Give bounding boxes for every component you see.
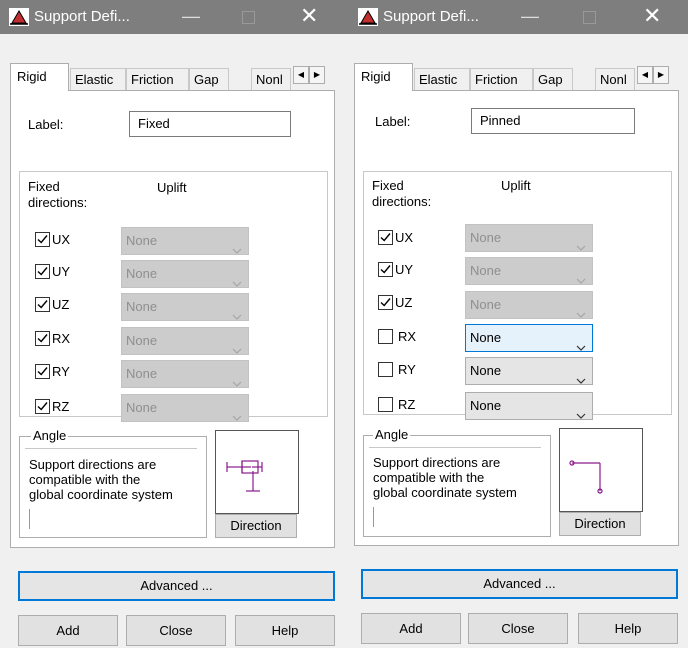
angle-description: Support directions are compatible with t… xyxy=(373,455,517,500)
tab-gap[interactable]: Gap xyxy=(533,68,573,90)
tab-rigid[interactable]: Rigid xyxy=(354,63,413,91)
tab-nonlinear[interactable]: Nonl xyxy=(595,68,635,90)
title-bar[interactable]: Support Defi... — ✕ xyxy=(345,0,688,34)
tab-rigid[interactable]: Rigid xyxy=(10,63,69,91)
direction-button[interactable]: Direction xyxy=(559,512,641,536)
chevron-down-icon xyxy=(576,368,586,394)
uplift-select-uy: None xyxy=(121,260,249,288)
checkbox-uz[interactable] xyxy=(35,297,50,312)
uplift-select-rz: None xyxy=(121,394,249,422)
tab-gap[interactable]: Gap xyxy=(189,68,229,90)
tab-nonlinear[interactable]: Nonl xyxy=(251,68,291,90)
direction-uz-label: UZ xyxy=(395,295,413,310)
tab-elastic[interactable]: Elastic xyxy=(414,68,470,90)
support-symbol-preview xyxy=(559,428,643,512)
uplift-select-rx: None xyxy=(121,327,249,355)
tab-friction[interactable]: Friction xyxy=(126,68,189,90)
window-title: Support Defi... xyxy=(383,8,479,25)
tab-panel: Label: Fixed Fixed directions: Uplift UX … xyxy=(10,90,335,548)
fixed-directions-caption: Fixed directions: xyxy=(28,179,88,210)
label-input[interactable]: Fixed xyxy=(129,111,291,137)
uplift-caption: Uplift xyxy=(157,180,187,195)
support-app-icon xyxy=(9,8,29,26)
angle-divider xyxy=(25,448,197,449)
checkbox-rz[interactable] xyxy=(35,399,50,414)
text-cursor xyxy=(373,507,374,527)
direction-ux-label: UX xyxy=(52,232,71,247)
support-app-icon xyxy=(358,8,378,26)
uplift-select-ry: None xyxy=(121,360,249,388)
scroll-left-icon[interactable]: ◀ xyxy=(293,66,309,84)
support-definition-dialog-pinned: Support Defi... — ✕ Rigid Elastic Fricti… xyxy=(345,0,688,648)
checkbox-ry[interactable] xyxy=(378,362,393,377)
minimize-icon[interactable]: — xyxy=(521,6,539,27)
direction-uy-label: UY xyxy=(395,262,414,277)
close-button[interactable]: Close xyxy=(126,615,226,646)
text-cursor xyxy=(29,509,30,529)
close-icon[interactable]: ✕ xyxy=(643,3,661,29)
checkbox-rx[interactable] xyxy=(378,329,393,344)
direction-rz-label: RZ xyxy=(52,399,70,414)
title-bar[interactable]: Support Defi... — ✕ xyxy=(0,0,345,34)
scroll-left-icon[interactable]: ◀ xyxy=(637,66,653,84)
uplift-select-uz: None xyxy=(465,291,593,319)
uplift-select-rz[interactable]: None xyxy=(465,392,593,420)
minimize-icon[interactable]: — xyxy=(182,6,200,27)
uplift-select-uy: None xyxy=(465,257,593,285)
uplift-caption: Uplift xyxy=(501,178,531,193)
direction-button[interactable]: Direction xyxy=(215,514,297,538)
pinned-support-symbol-icon xyxy=(569,460,603,494)
direction-rx-label: RX xyxy=(52,331,71,346)
label-input[interactable]: Pinned xyxy=(471,108,635,134)
checkbox-uy[interactable] xyxy=(35,264,50,279)
checkbox-rz[interactable] xyxy=(378,397,393,412)
maximize-icon xyxy=(583,11,596,24)
uplift-select-ux: None xyxy=(121,227,249,255)
tab-elastic[interactable]: Elastic xyxy=(70,68,126,90)
window-title: Support Defi... xyxy=(34,8,130,25)
help-button[interactable]: Help xyxy=(578,613,678,644)
label-caption: Label: xyxy=(375,114,411,129)
checkbox-ry[interactable] xyxy=(35,364,50,379)
fixed-directions-caption: Fixed directions: xyxy=(372,178,432,209)
angle-caption: Angle xyxy=(373,427,411,442)
add-button[interactable]: Add xyxy=(361,613,461,644)
chevron-down-icon xyxy=(232,405,242,431)
add-button[interactable]: Add xyxy=(18,615,118,646)
tab-friction[interactable]: Friction xyxy=(470,68,533,90)
advanced-button[interactable]: Advanced ... xyxy=(18,571,335,601)
direction-rz-label: RZ xyxy=(398,397,416,412)
checkbox-rx[interactable] xyxy=(35,331,50,346)
fixed-support-symbol-icon xyxy=(226,460,263,492)
direction-uy-label: UY xyxy=(52,264,71,279)
tab-panel: Label: Pinned Fixed directions: Uplift UX… xyxy=(354,90,679,546)
help-button[interactable]: Help xyxy=(235,615,335,646)
uplift-select-ux: None xyxy=(465,224,593,252)
direction-ry-label: RY xyxy=(52,364,70,379)
checkbox-ux[interactable] xyxy=(35,232,50,247)
support-definition-dialog-fixed: Support Defi... — ✕ Rigid Elastic Fricti… xyxy=(0,0,345,648)
close-button[interactable]: Close xyxy=(468,613,568,644)
scroll-right-icon[interactable]: ▶ xyxy=(309,66,325,84)
support-symbol-preview xyxy=(215,430,299,514)
uplift-select-ry[interactable]: None xyxy=(465,357,593,385)
checkbox-uz[interactable] xyxy=(378,295,393,310)
chevron-down-icon xyxy=(576,403,586,429)
direction-rx-label: RX xyxy=(398,329,417,344)
direction-uz-label: UZ xyxy=(52,297,70,312)
uplift-select-rx[interactable]: None xyxy=(465,324,593,352)
maximize-icon xyxy=(242,11,255,24)
angle-divider xyxy=(369,447,541,448)
advanced-button[interactable]: Advanced ... xyxy=(361,569,678,599)
angle-description: Support directions are compatible with t… xyxy=(29,457,173,502)
checkbox-uy[interactable] xyxy=(378,262,393,277)
direction-ry-label: RY xyxy=(398,362,416,377)
uplift-select-uz: None xyxy=(121,293,249,321)
close-icon[interactable]: ✕ xyxy=(300,3,318,29)
label-caption: Label: xyxy=(28,117,64,132)
direction-ux-label: UX xyxy=(395,230,414,245)
angle-caption: Angle xyxy=(31,428,69,443)
scroll-right-icon[interactable]: ▶ xyxy=(653,66,669,84)
checkbox-ux[interactable] xyxy=(378,230,393,245)
